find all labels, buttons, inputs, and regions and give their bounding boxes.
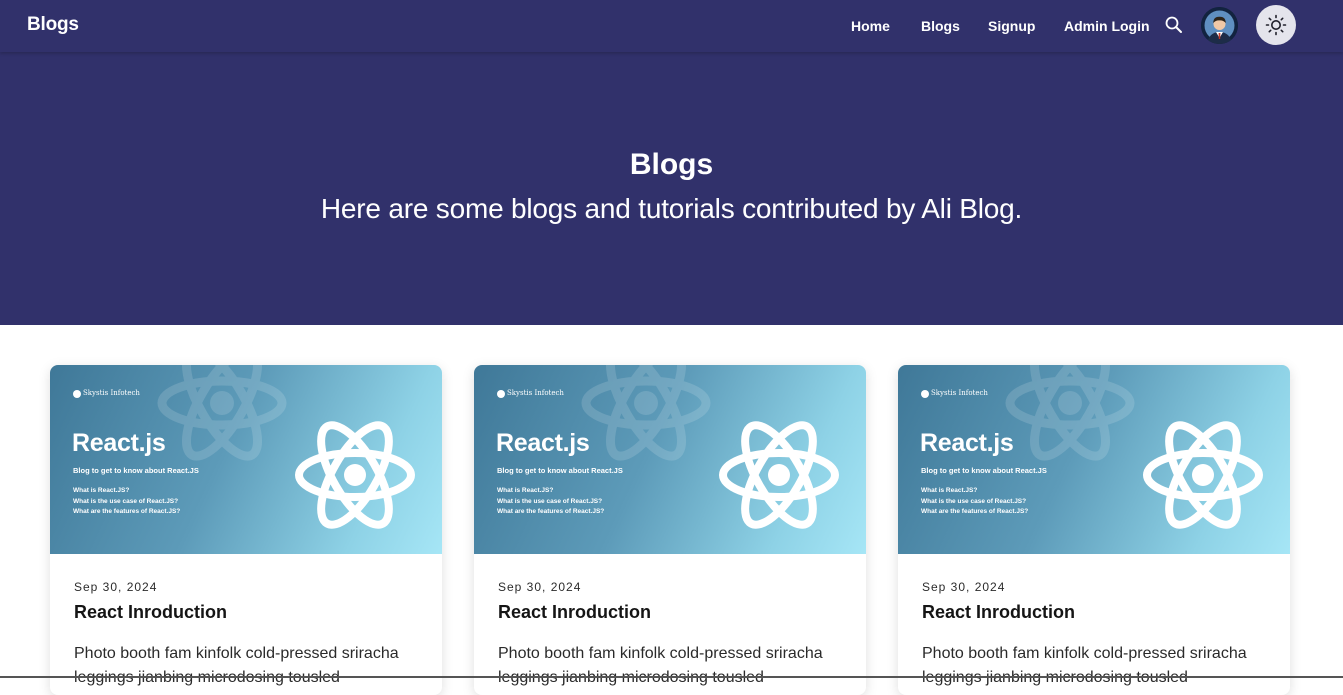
page-subtitle: Here are some blogs and tutorials contri… <box>320 193 1023 224</box>
thumbnail-question: What are the features of React.JS? <box>921 508 1029 515</box>
thumbnail-brand: Skystis Infotech <box>507 389 564 397</box>
blog-title[interactable]: React Inroduction <box>922 602 1075 623</box>
thumbnail-title: React.js <box>72 429 166 457</box>
thumbnail-title: React.js <box>496 429 590 457</box>
thumbnail-brand: Skystis Infotech <box>931 389 988 397</box>
blog-card[interactable]: Skystis Infotech React.js Blog to get to… <box>474 365 866 695</box>
thumbnail-question: What is React.JS? <box>497 487 554 494</box>
brand-logo[interactable]: Blogs <box>27 14 79 36</box>
blog-card[interactable]: Skystis Infotech React.js Blog to get to… <box>898 365 1290 695</box>
user-avatar[interactable] <box>1201 7 1238 44</box>
thumbnail-subtitle: Blog to get to know about React.JS <box>921 466 1047 475</box>
navbar: Blogs Home Blogs Signup Admin Login <box>0 0 1343 52</box>
sun-icon <box>1265 14 1287 36</box>
thumbnail-question: What is the use case of React.JS? <box>73 498 179 505</box>
blog-card-image: Skystis Infotech React.js Blog to get to… <box>898 365 1290 554</box>
blog-excerpt: Photo booth fam kinfolk cold-pressed sri… <box>922 645 1247 686</box>
blog-date: Sep 30, 2024 <box>498 580 582 594</box>
blog-date: Sep 30, 2024 <box>922 580 1006 594</box>
nav-link-home[interactable]: Home <box>851 18 890 34</box>
theme-toggle-button[interactable] <box>1256 5 1296 45</box>
thumbnail-question: What is the use case of React.JS? <box>921 498 1027 505</box>
thumbnail-subtitle: Blog to get to know about React.JS <box>497 466 623 475</box>
hero-section: Blogs Here are some blogs and tutorials … <box>0 52 1343 325</box>
thumbnail-question: What is React.JS? <box>921 487 978 494</box>
search-icon[interactable] <box>1163 14 1185 36</box>
nav-link-blogs[interactable]: Blogs <box>921 18 960 34</box>
nav-link-signup[interactable]: Signup <box>988 18 1035 34</box>
blog-title[interactable]: React Inroduction <box>74 602 227 623</box>
thumbnail-question: What is React.JS? <box>73 487 130 494</box>
page-title: Blogs <box>629 148 714 181</box>
thumbnail-subtitle: Blog to get to know about React.JS <box>73 466 199 475</box>
blog-excerpt: Photo booth fam kinfolk cold-pressed sri… <box>74 645 399 686</box>
thumbnail-question: What are the features of React.JS? <box>497 508 605 515</box>
thumbnail-brand: Skystis Infotech <box>83 389 140 397</box>
blog-card-image: Skystis Infotech React.js Blog to get to… <box>474 365 866 554</box>
blog-date: Sep 30, 2024 <box>74 580 158 594</box>
thumbnail-title: React.js <box>920 429 1014 457</box>
thumbnail-question: What are the features of React.JS? <box>73 508 181 515</box>
blog-title[interactable]: React Inroduction <box>498 602 651 623</box>
blog-card[interactable]: Skystis Infotech React.js Blog to get to… <box>50 365 442 695</box>
thumbnail-question: What is the use case of React.JS? <box>497 498 603 505</box>
blog-card-image: Skystis Infotech React.js Blog to get to… <box>50 365 442 554</box>
nav-link-admin-login[interactable]: Admin Login <box>1064 18 1150 34</box>
blog-excerpt: Photo booth fam kinfolk cold-pressed sri… <box>498 645 823 686</box>
